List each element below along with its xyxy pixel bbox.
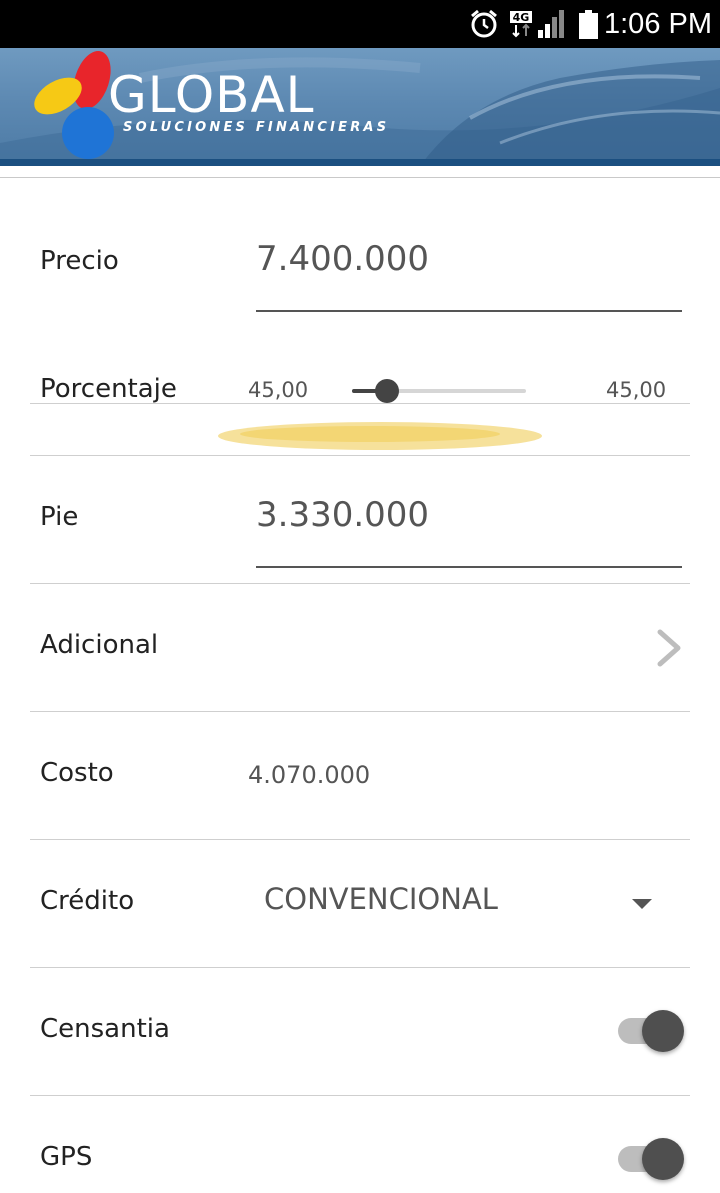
dropdown-arrow-icon[interactable] — [630, 897, 654, 911]
chevron-right-icon[interactable] — [654, 628, 684, 668]
credito-select[interactable]: CONVENCIONAL — [264, 881, 498, 917]
precio-input[interactable]: 7.400.000 — [256, 239, 429, 279]
gps-toggle[interactable] — [616, 1136, 688, 1184]
battery-icon — [579, 10, 598, 39]
header-banner: GLOBAL SOLUCIONES FINANCIERAS — [0, 48, 720, 166]
row-divider — [30, 711, 690, 712]
alarm-icon — [471, 9, 497, 38]
porcentaje-max-label: 45,00 — [606, 378, 667, 402]
row-divider — [30, 839, 690, 840]
porcentaje-slider-thumb[interactable] — [374, 379, 399, 403]
toggle-thumb — [642, 1010, 684, 1052]
status-time: 1:06 PM — [604, 8, 712, 40]
svg-text:4G: 4G — [513, 11, 530, 24]
banner-strip — [0, 159, 720, 166]
signal-icon — [538, 10, 564, 38]
precio-label: Precio — [40, 246, 119, 276]
status-bar: 4G 1:06 PM — [0, 0, 720, 48]
precio-input-underline — [256, 310, 682, 312]
row-divider — [30, 1095, 690, 1096]
censantia-toggle[interactable] — [616, 1008, 688, 1056]
4g-data-icon: 4G — [510, 11, 532, 38]
toggle-thumb — [642, 1138, 684, 1180]
costo-value: 4.070.000 — [248, 761, 371, 789]
gps-label: GPS — [40, 1142, 93, 1172]
header-divider — [0, 177, 720, 178]
credito-label: Crédito — [40, 886, 135, 916]
adicional-label[interactable]: Adicional — [40, 629, 158, 661]
row-divider — [30, 583, 690, 584]
censantia-label: Censantia — [40, 1014, 170, 1044]
porcentaje-min-label: 45,00 — [248, 378, 309, 402]
porcentaje-label: Porcentaje — [40, 374, 177, 404]
brand-tagline: SOLUCIONES FINANCIERAS — [123, 120, 390, 135]
row-divider — [30, 403, 690, 404]
costo-label: Costo — [40, 758, 114, 788]
pie-label: Pie — [40, 502, 79, 532]
brand-name: GLOBAL — [108, 66, 315, 124]
row-divider — [30, 455, 690, 456]
pie-input[interactable]: 3.330.000 — [256, 495, 429, 535]
pie-input-underline — [256, 566, 682, 568]
row-divider — [30, 967, 690, 968]
